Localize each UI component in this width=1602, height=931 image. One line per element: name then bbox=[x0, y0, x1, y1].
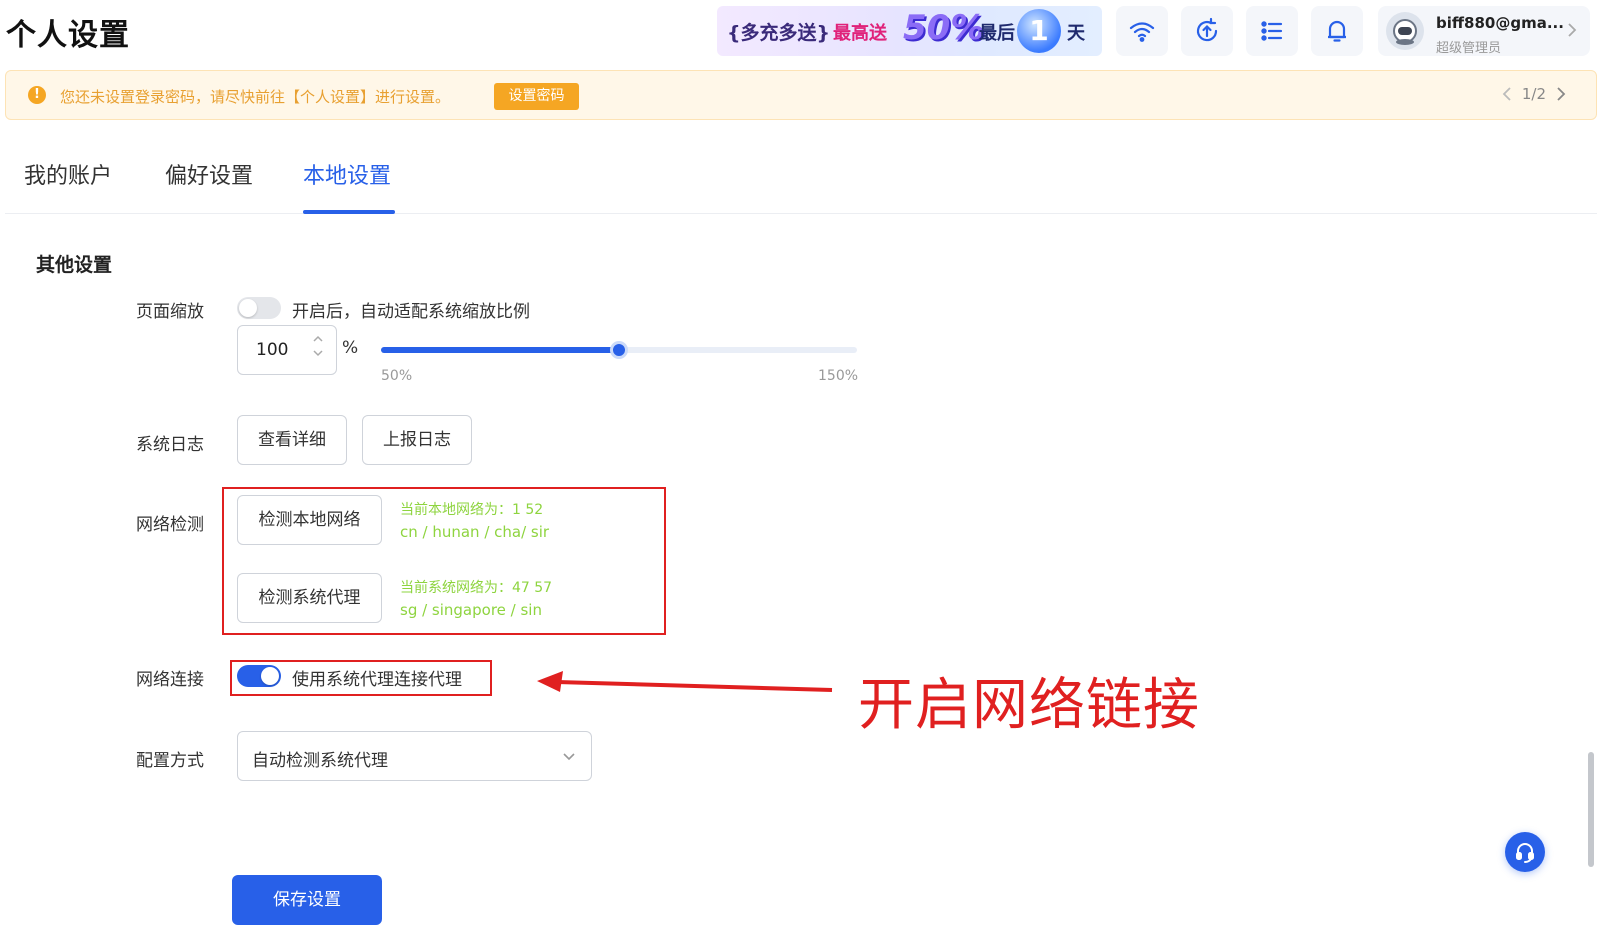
notification-button[interactable] bbox=[1311, 6, 1363, 56]
zoom-unit: % bbox=[342, 338, 359, 358]
chevron-down-icon[interactable] bbox=[312, 348, 324, 358]
tab-preferences[interactable]: 偏好设置 bbox=[165, 158, 253, 190]
save-settings-button[interactable]: 保存设置 bbox=[232, 875, 382, 925]
warning-icon: ! bbox=[28, 86, 46, 104]
zoom-label: 页面缩放 bbox=[136, 302, 204, 322]
zoom-value: 100 bbox=[256, 340, 289, 360]
user-name: biff880@gma... bbox=[1436, 14, 1564, 32]
zoom-slider-thumb[interactable] bbox=[610, 341, 628, 359]
chevron-right-icon[interactable] bbox=[1556, 87, 1566, 101]
check-system-proxy-button[interactable]: 检测系统代理 bbox=[237, 573, 382, 623]
system-proxy-switch[interactable] bbox=[237, 665, 281, 687]
promo-banner[interactable]: {多充多送} 最高送 50% 最后 1 天 bbox=[717, 6, 1102, 56]
auto-zoom-hint: 开启后，自动适配系统缩放比例 bbox=[292, 302, 530, 322]
system-proxy-hint: 使用系统代理连接代理 bbox=[292, 670, 462, 690]
view-log-button[interactable]: 查看详细 bbox=[237, 415, 347, 465]
wifi-icon bbox=[1129, 22, 1155, 42]
page-title: 个人设置 bbox=[6, 18, 130, 53]
chevron-left-icon[interactable] bbox=[1502, 87, 1512, 101]
section-title: 其他设置 bbox=[36, 254, 113, 276]
zoom-slider-max: 150% bbox=[818, 368, 859, 384]
local-network-line-2: cn / hunan / cha/ sir bbox=[400, 523, 550, 541]
config-method-value: 自动检测系统代理 bbox=[252, 751, 388, 771]
config-method-label: 配置方式 bbox=[136, 751, 204, 771]
notice-pager: 1/2 bbox=[1502, 85, 1566, 103]
zoom-number-input[interactable]: 100 bbox=[237, 325, 337, 375]
report-log-button[interactable]: 上报日志 bbox=[362, 415, 472, 465]
headset-icon bbox=[1516, 843, 1534, 863]
promo-text-1: {多充多送} bbox=[727, 22, 831, 44]
tasks-button[interactable] bbox=[1246, 6, 1298, 56]
annotation-text: 开启网络链接 bbox=[858, 673, 1200, 738]
system-log-label: 系统日志 bbox=[136, 435, 204, 455]
chevron-down-icon bbox=[563, 753, 575, 761]
astronaut-avatar-icon bbox=[1393, 19, 1417, 45]
switch-knob bbox=[239, 299, 257, 317]
tab-local-settings[interactable]: 本地设置 bbox=[303, 158, 391, 190]
sync-upload-icon bbox=[1196, 17, 1218, 42]
user-role: 超级管理员 bbox=[1436, 41, 1502, 56]
promo-text-2: 最高送 bbox=[833, 23, 887, 44]
check-local-network-button[interactable]: 检测本地网络 bbox=[237, 495, 382, 545]
bell-icon bbox=[1328, 20, 1346, 42]
config-method-select[interactable]: 自动检测系统代理 bbox=[237, 731, 592, 781]
proxy-network-line-2: sg / singapore / sin bbox=[400, 601, 542, 619]
zoom-slider-min: 50% bbox=[381, 368, 413, 384]
promo-text-4: 最后 bbox=[979, 23, 1015, 44]
active-tab-indicator bbox=[303, 210, 395, 214]
list-icon bbox=[1261, 21, 1283, 41]
avatar bbox=[1386, 12, 1424, 50]
page-scrollbar[interactable] bbox=[1588, 752, 1594, 867]
promo-text-6: 天 bbox=[1067, 23, 1085, 44]
user-menu[interactable]: biff880@gma... 超级管理员 bbox=[1378, 6, 1590, 56]
chevron-up-icon[interactable] bbox=[312, 334, 324, 344]
top-header: 个人设置 {多充多送} 最高送 50% 最后 1 天 biff880@gma..… bbox=[0, 0, 1602, 64]
settings-tabs: 我的账户 偏好设置 本地设置 bbox=[5, 134, 1597, 214]
notice-page-indicator: 1/2 bbox=[1521, 85, 1546, 103]
notice-text: 您还未设置登录密码，请尽快前往【个人设置】进行设置。 bbox=[60, 88, 451, 106]
promo-day-count: 1 bbox=[1017, 9, 1061, 53]
auto-zoom-switch[interactable] bbox=[237, 297, 281, 319]
tab-my-account[interactable]: 我的账户 bbox=[24, 158, 112, 190]
proxy-network-line-1: 当前系统网络为：47 57 bbox=[400, 580, 553, 596]
network-connect-label: 网络连接 bbox=[136, 670, 204, 690]
annotation-arrow-icon bbox=[537, 671, 833, 692]
sync-button[interactable] bbox=[1181, 6, 1233, 56]
set-password-button[interactable]: 设置密码 bbox=[494, 83, 579, 110]
local-network-line-1: 当前本地网络为：1 52 bbox=[400, 502, 544, 518]
password-notice-bar: ! 您还未设置登录密码，请尽快前往【个人设置】进行设置。 设置密码 1/2 bbox=[5, 70, 1597, 120]
zoom-slider-fill bbox=[381, 347, 619, 353]
customer-service-button[interactable] bbox=[1505, 832, 1545, 872]
zoom-slider[interactable] bbox=[381, 341, 857, 359]
network-check-label: 网络检测 bbox=[136, 515, 204, 535]
chevron-right-icon bbox=[1568, 23, 1577, 37]
switch-knob bbox=[261, 667, 279, 685]
wifi-button[interactable] bbox=[1116, 6, 1168, 56]
promo-percent: 50% bbox=[903, 8, 985, 48]
zoom-stepper[interactable] bbox=[312, 334, 324, 358]
